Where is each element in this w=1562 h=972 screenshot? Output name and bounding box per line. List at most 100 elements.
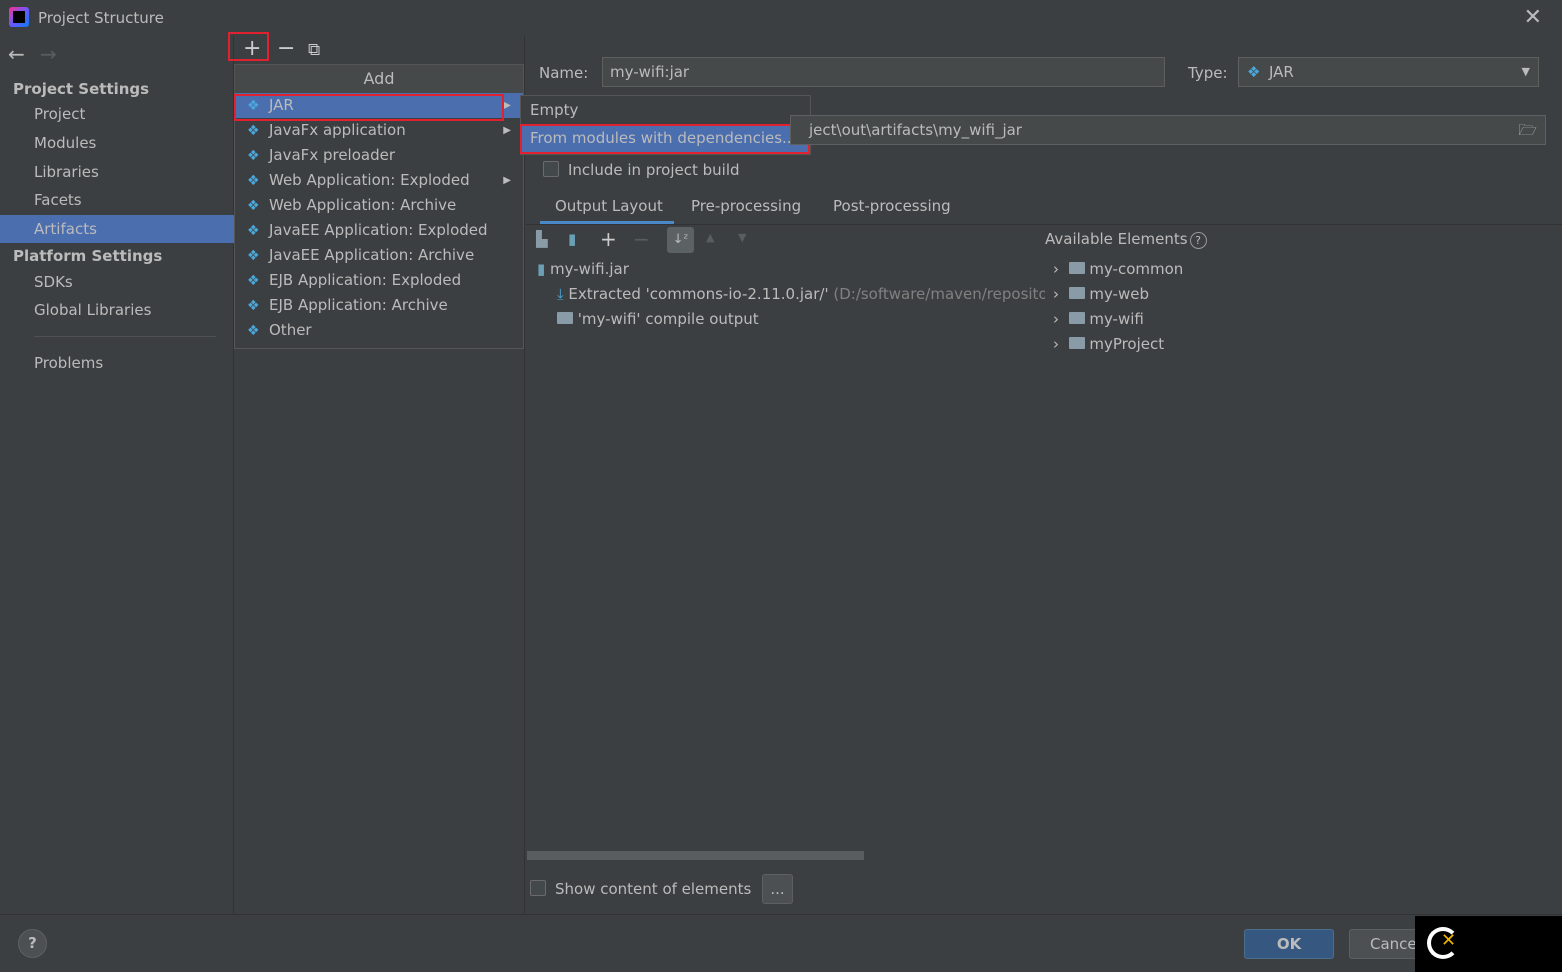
chevron-down-icon: ▼ xyxy=(1521,65,1530,78)
available-element[interactable]: › my-common xyxy=(1053,260,1183,278)
add-icon[interactable]: + xyxy=(243,36,261,61)
menu-item[interactable]: ❖ JavaEE Application: Exploded xyxy=(235,218,523,243)
move-up-icon[interactable]: ▲ xyxy=(706,231,714,244)
sidebar-item-project[interactable]: Project xyxy=(0,100,234,128)
show-content-checkbox[interactable] xyxy=(530,880,546,896)
output-directory-input[interactable]: ject\out\artifacts\my_wifi_jar 🗁 xyxy=(790,115,1546,145)
menu-item[interactable]: ❖ JavaEE Application: Archive xyxy=(235,243,523,268)
menu-item-label: Web Application: Archive xyxy=(269,196,457,214)
menu-item-label: Other xyxy=(269,321,312,339)
type-label: Type: xyxy=(1188,64,1228,82)
menu-item[interactable]: ❖ Other xyxy=(235,318,523,343)
forward-icon[interactable]: → xyxy=(40,42,57,66)
sort-icon[interactable]: ↓ᶻ xyxy=(667,227,694,253)
tree-item-detail: (D:/software/maven/reposito xyxy=(833,285,1045,303)
available-element-label: my-wifi xyxy=(1089,310,1144,328)
add-element-icon[interactable]: + xyxy=(600,227,617,251)
menu-item-label: JavaFx application xyxy=(269,121,406,139)
include-build-checkbox[interactable] xyxy=(543,161,559,177)
artifact-type-icon: ❖ xyxy=(247,148,260,164)
menu-item[interactable]: ❖ JavaFx application ▶ xyxy=(235,118,523,143)
sidebar-item-global-libraries[interactable]: Global Libraries xyxy=(0,296,234,324)
extracted-icon: ⤓ xyxy=(557,285,564,303)
project-settings-heading: Project Settings xyxy=(13,80,150,98)
menu-item[interactable]: ❖ Web Application: Exploded ▶ xyxy=(235,168,523,193)
sidebar-item-problems[interactable]: Problems xyxy=(0,349,234,377)
tab-pre-processing[interactable]: Pre-processing xyxy=(691,197,801,215)
new-directory-icon[interactable]: ▙ xyxy=(536,230,548,248)
sidebar-item-artifacts[interactable]: Artifacts xyxy=(0,215,234,243)
available-element[interactable]: › myProject xyxy=(1053,335,1164,353)
tab-post-processing[interactable]: Post-processing xyxy=(833,197,951,215)
available-element-label: myProject xyxy=(1089,335,1165,353)
artifact-type-icon: ❖ xyxy=(247,223,260,239)
sidebar-item-modules[interactable]: Modules xyxy=(0,129,234,157)
sidebar-item-libraries[interactable]: Libraries xyxy=(0,158,234,186)
sidebar-item-facets[interactable]: Facets xyxy=(0,186,234,214)
horizontal-scrollbar[interactable] xyxy=(527,851,864,860)
remove-element-icon[interactable]: − xyxy=(633,227,650,251)
type-select[interactable]: ❖ JAR ▼ xyxy=(1238,57,1539,87)
sidebar-item-sdks[interactable]: SDKs xyxy=(0,268,234,296)
submenu-arrow-icon: ▶ xyxy=(503,125,511,136)
available-element-label: my-web xyxy=(1089,285,1149,303)
output-directory-value: ject\out\artifacts\my_wifi_jar xyxy=(809,121,1022,139)
artifact-type-icon: ❖ xyxy=(247,273,260,289)
close-icon[interactable]: ✕ xyxy=(1524,5,1542,30)
tree-item-label: Extracted 'commons-io-2.11.0.jar/' xyxy=(568,285,829,303)
artifact-type-icon: ❖ xyxy=(247,123,260,139)
name-input[interactable]: my-wifi:jar xyxy=(602,57,1165,87)
menu-item[interactable]: ❖ EJB Application: Exploded xyxy=(235,268,523,293)
watermark-x: ✕ xyxy=(1441,930,1457,951)
available-element[interactable]: › my-wifi xyxy=(1053,310,1144,328)
menu-item-label: JavaEE Application: Archive xyxy=(269,246,475,264)
tree-root-label: my-wifi.jar xyxy=(550,260,629,278)
help-button[interactable]: ? xyxy=(18,929,47,958)
archive-icon[interactable]: ▮ xyxy=(568,230,576,248)
title-bar xyxy=(0,0,1562,36)
submenu-arrow-icon: ▶ xyxy=(503,175,511,186)
divider xyxy=(0,914,1562,915)
chevron-right-icon[interactable]: › xyxy=(1053,260,1059,278)
module-folder-icon xyxy=(1068,337,1085,349)
chevron-right-icon[interactable]: › xyxy=(1053,285,1059,303)
available-element-label: my-common xyxy=(1089,260,1184,278)
chevron-right-icon[interactable]: › xyxy=(1053,310,1059,328)
submenu-item-empty[interactable]: Empty xyxy=(521,96,810,124)
menu-item-label: EJB Application: Exploded xyxy=(269,271,462,289)
menu-item[interactable]: ❖ EJB Application: Archive xyxy=(235,293,523,318)
folder-open-icon[interactable]: 🗁 xyxy=(1518,116,1537,144)
menu-item-label: Web Application: Exploded xyxy=(269,171,470,189)
show-content-label: Show content of elements xyxy=(555,880,752,898)
tree-item[interactable]: 'my-wifi' compile output xyxy=(557,310,759,328)
menu-header: Add xyxy=(235,65,523,93)
window-title: Project Structure xyxy=(38,9,164,27)
available-elements-title: Available Elements? xyxy=(1045,230,1207,249)
submenu-arrow-icon: ▶ xyxy=(503,100,511,111)
type-value: JAR xyxy=(1269,63,1294,81)
chevron-right-icon[interactable]: › xyxy=(1053,335,1059,353)
remove-icon[interactable]: − xyxy=(277,36,295,61)
menu-item[interactable]: ❖ Web Application: Archive xyxy=(235,193,523,218)
watermark-logo: ✕ xyxy=(1415,916,1562,972)
menu-item[interactable]: ❖ JavaFx preloader xyxy=(235,143,523,168)
intellij-logo-icon xyxy=(9,7,29,27)
ok-button[interactable]: OK xyxy=(1244,929,1334,959)
tree-root[interactable]: ▮ my-wifi.jar xyxy=(537,260,629,278)
help-icon[interactable]: ? xyxy=(1189,232,1207,249)
artifact-type-icon: ❖ xyxy=(247,323,260,339)
jar-icon: ❖ xyxy=(1247,63,1261,81)
artifact-type-icon: ❖ xyxy=(247,248,260,264)
back-icon[interactable]: ← xyxy=(8,42,25,66)
tab-output-layout[interactable]: Output Layout xyxy=(555,197,663,215)
more-options-button[interactable]: ... xyxy=(762,874,793,904)
move-down-icon[interactable]: ▼ xyxy=(738,231,746,244)
tree-item[interactable]: ⤓ Extracted 'commons-io-2.11.0.jar/' (D:… xyxy=(557,285,1045,303)
artifact-type-icon: ❖ xyxy=(247,298,260,314)
menu-item-label: JavaEE Application: Exploded xyxy=(269,221,488,239)
copy-icon[interactable]: ⧉ xyxy=(308,40,320,60)
available-element[interactable]: › my-web xyxy=(1053,285,1149,303)
jar-icon: ▮ xyxy=(537,260,546,278)
platform-settings-heading: Platform Settings xyxy=(13,247,163,265)
module-folder-icon xyxy=(1068,312,1085,324)
